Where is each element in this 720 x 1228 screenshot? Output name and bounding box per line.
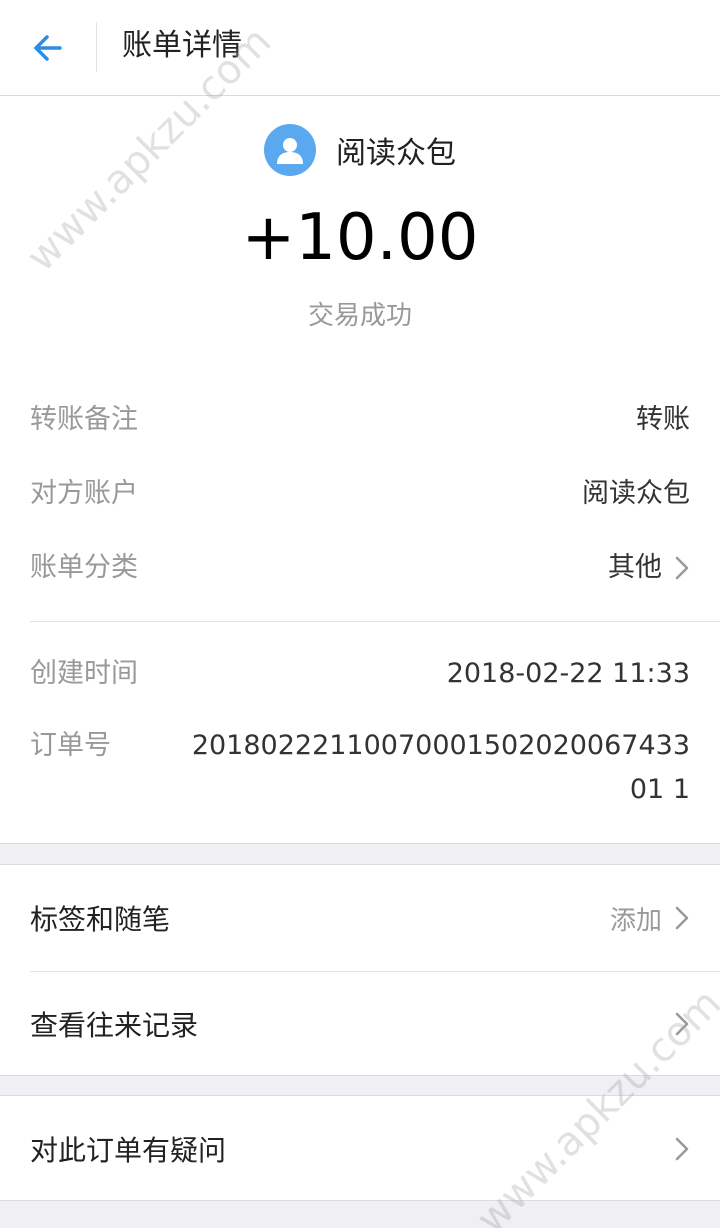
created-time-row: 创建时间 2018-02-22 11:33 [30, 652, 690, 696]
header-bar: 账单详情 [0, 0, 720, 96]
account-label: 对方账户 [30, 478, 138, 509]
created-time-value: 2018-02-22 11:33 [446, 658, 690, 689]
question-row[interactable]: 对此订单有疑问 [30, 1096, 690, 1202]
amount-value: +10.00 [241, 201, 479, 275]
page-title: 账单详情 [122, 28, 242, 63]
chevron-right-icon [674, 1135, 690, 1163]
created-time-label: 创建时间 [30, 658, 138, 689]
payee-row: 阅读众包 [0, 124, 720, 176]
category-row[interactable]: 账单分类 其他 [30, 546, 690, 590]
question-right [662, 1135, 690, 1163]
remark-label: 转账备注 [30, 404, 138, 435]
back-button[interactable] [22, 22, 74, 74]
account-value: 阅读众包 [582, 478, 690, 509]
history-row[interactable]: 查看往来记录 [30, 971, 690, 1077]
remark-row: 转账备注 转账 [30, 398, 690, 442]
history-right [662, 1010, 690, 1038]
user-avatar-icon [264, 124, 316, 176]
category-value: 其他 [608, 552, 662, 583]
category-value-group: 其他 [608, 546, 690, 590]
transaction-status: 交易成功 [307, 301, 412, 331]
tags-notes-row[interactable]: 标签和随笔 添加 [30, 865, 690, 971]
actions-group: 标签和随笔 添加 查看往来记录 [0, 864, 720, 1076]
tags-notes-label: 标签和随笔 [30, 903, 171, 936]
question-label: 对此订单有疑问 [30, 1134, 227, 1167]
payee-name: 阅读众包 [336, 136, 456, 171]
history-label: 查看往来记录 [30, 1009, 199, 1042]
tags-notes-right: 添加 [610, 900, 690, 937]
chevron-right-icon [674, 1010, 690, 1038]
order-number-label: 订单号 [30, 730, 111, 761]
add-hint: 添加 [609, 905, 662, 936]
category-label: 账单分类 [30, 552, 138, 583]
arrow-left-icon [34, 35, 62, 61]
bill-summary: 阅读众包 +10.00 交易成功 转账备注 转账 对方账户 阅读众包 账单分类 … [0, 96, 720, 844]
remark-value: 转账 [636, 404, 690, 435]
question-group: 对此订单有疑问 [0, 1095, 720, 1201]
account-row: 对方账户 阅读众包 [30, 472, 690, 516]
order-number-row: 订单号 2018022211007000150202006743301 1 [30, 724, 690, 814]
order-number-value: 2018022211007000150202006743301 1 [191, 730, 690, 805]
chevron-right-icon [674, 904, 690, 932]
section-divider [30, 621, 720, 622]
header-divider [96, 22, 97, 72]
chevron-right-icon [674, 554, 690, 582]
